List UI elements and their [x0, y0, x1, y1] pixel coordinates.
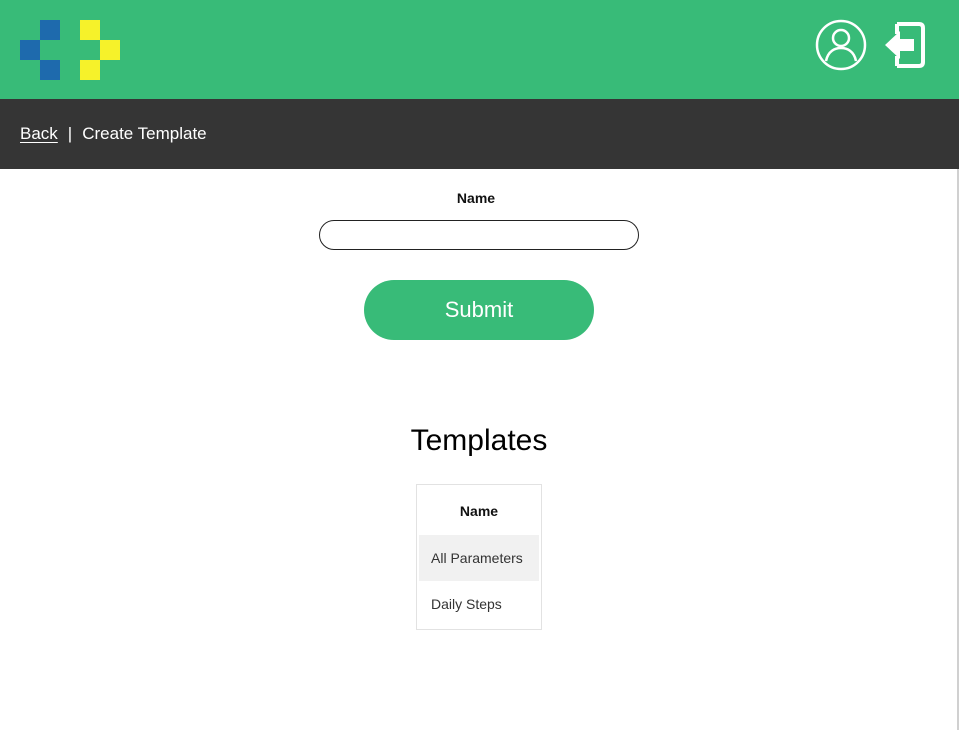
table-row[interactable]: All Parameters: [419, 535, 539, 581]
user-circle-icon[interactable]: [815, 19, 867, 76]
page-title: Create Template: [82, 124, 207, 143]
templates-table: Name All Parameters Daily Steps: [416, 484, 542, 630]
breadcrumb: Back | Create Template: [0, 99, 959, 169]
back-link[interactable]: Back: [20, 124, 58, 144]
name-input[interactable]: [319, 220, 639, 250]
logout-arrow-icon[interactable]: [883, 20, 925, 75]
pixel-logo-icon: [20, 20, 120, 80]
header-actions: [815, 19, 925, 75]
app-header: [0, 0, 959, 99]
table-row[interactable]: Daily Steps: [419, 581, 539, 627]
name-field-label: Name: [456, 190, 496, 206]
table-column-header: Name: [459, 503, 499, 519]
templates-heading: Templates: [410, 424, 548, 457]
breadcrumb-separator: |: [67, 124, 73, 143]
submit-button[interactable]: Submit: [364, 280, 594, 340]
